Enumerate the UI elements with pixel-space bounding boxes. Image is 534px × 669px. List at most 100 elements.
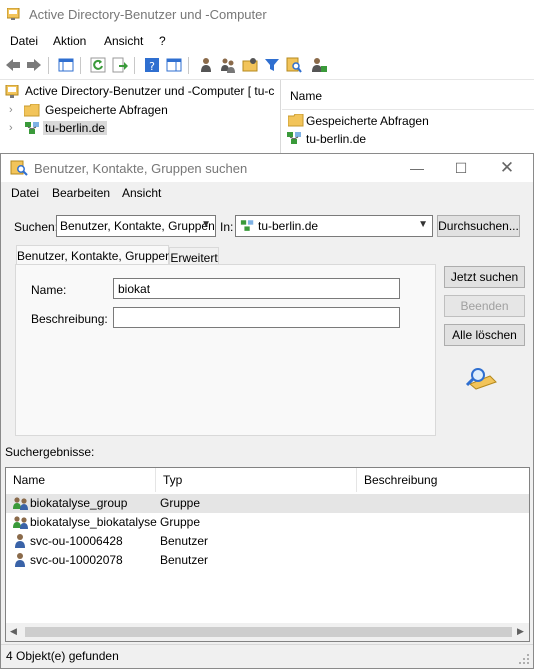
toolbar-separator — [80, 57, 81, 74]
menu-datei[interactable]: Datei — [10, 34, 38, 48]
object-type-select[interactable]: Benutzer, Kontakte, Gruppen ▼ — [56, 215, 216, 237]
find-dialog: Benutzer, Kontakte, Gruppen suchen — ☐ ✕… — [0, 153, 534, 669]
forward-arrow-icon[interactable] — [25, 56, 43, 74]
row-name: biokatalyse_group — [30, 496, 128, 510]
scrollbar-thumb[interactable] — [25, 627, 512, 637]
stop-button[interactable]: Beenden — [444, 295, 525, 317]
row-name: svc-ou-10002078 — [30, 553, 123, 567]
group-icon — [13, 516, 28, 529]
menu-ansicht[interactable]: Ansicht — [122, 186, 161, 200]
in-label: In: — [220, 220, 234, 234]
folder-icon — [24, 104, 40, 117]
ad-console-icon — [5, 85, 19, 98]
console-tree-pane: Active Directory-Benutzer und -Computer … — [0, 80, 281, 154]
domain-icon — [287, 132, 301, 144]
header-divider — [282, 109, 534, 110]
list-item-label: Gespeicherte Abfragen — [306, 114, 429, 128]
tree-item-label: tu-berlin.de — [43, 121, 108, 135]
action-pane-icon[interactable] — [165, 56, 183, 74]
user-icon — [15, 553, 25, 567]
help-icon[interactable]: ? — [143, 56, 161, 74]
chevron-right-icon[interactable]: › — [9, 104, 13, 116]
close-button[interactable]: ✕ — [485, 156, 529, 180]
svg-text:?: ? — [149, 60, 155, 73]
search-location-value: tu-berlin.de — [258, 219, 319, 233]
description-field[interactable] — [113, 307, 400, 328]
suchen-label: Suchen: — [14, 220, 59, 234]
delegate-control-icon[interactable] — [310, 56, 328, 74]
name-field-value: biokat — [118, 282, 151, 296]
scroll-left-icon[interactable]: ◀ — [10, 626, 17, 637]
dialog-title-bar: Benutzer, Kontakte, Gruppen suchen — ☐ ✕ — [1, 154, 533, 182]
menu-ansicht[interactable]: Ansicht — [104, 34, 143, 48]
table-row[interactable]: svc-ou-10006428 Benutzer — [6, 532, 529, 551]
ad-console-icon — [7, 8, 20, 20]
tree-root[interactable]: Active Directory-Benutzer und -Computer … — [0, 82, 280, 100]
new-group-icon[interactable] — [219, 56, 237, 74]
search-animation-icon — [465, 368, 497, 390]
tree-item-label: Gespeicherte Abfragen — [45, 103, 168, 117]
object-type-value: Benutzer, Kontakte, Gruppen — [60, 219, 215, 233]
console-tree-icon[interactable] — [57, 56, 75, 74]
description-label: Beschreibung: — [31, 312, 108, 326]
list-item-label: tu-berlin.de — [306, 132, 367, 146]
scroll-right-icon[interactable]: ▶ — [517, 626, 524, 637]
column-header-description[interactable]: Beschreibung — [357, 468, 529, 492]
list-item[interactable]: Gespeicherte Abfragen — [288, 112, 528, 130]
toolbar-separator — [48, 57, 49, 74]
new-user-icon[interactable] — [197, 56, 215, 74]
filter-icon[interactable] — [263, 56, 281, 74]
find-icon[interactable] — [285, 56, 303, 74]
menu-help[interactable]: ? — [159, 34, 166, 48]
chevron-right-icon[interactable]: › — [9, 122, 13, 134]
toolbar-separator — [134, 57, 135, 74]
name-label: Name: — [31, 283, 67, 297]
column-header-name[interactable]: Name — [6, 468, 156, 492]
results-list: Name Typ Beschreibung biokatalyse_group … — [5, 467, 530, 642]
main-toolbar: ? — [0, 52, 534, 80]
chevron-down-icon: ▼ — [201, 219, 211, 230]
chevron-down-icon: ▼ — [418, 219, 428, 230]
export-list-icon[interactable] — [111, 56, 129, 74]
menu-bearbeiten[interactable]: Bearbeiten — [52, 186, 110, 200]
column-header-type[interactable]: Typ — [156, 468, 357, 492]
row-type: Gruppe — [160, 515, 201, 529]
horizontal-scrollbar[interactable]: ◀ ▶ — [6, 623, 529, 641]
back-arrow-icon[interactable] — [4, 56, 22, 74]
row-name: biokatalyse_biokatalyse — [30, 515, 157, 529]
browse-button[interactable]: Durchsuchen... — [437, 215, 520, 237]
new-ou-icon[interactable] — [241, 56, 259, 74]
search-location-select[interactable]: tu-berlin.de ▼ — [235, 215, 433, 237]
main-title-bar: Active Directory-Benutzer und -Computer — [0, 0, 534, 30]
search-criteria-panel: Name: biokat Beschreibung: — [15, 264, 436, 436]
tree-root-label: Active Directory-Benutzer und -Computer … — [25, 84, 275, 98]
menu-aktion[interactable]: Aktion — [53, 34, 86, 48]
clear-all-button[interactable]: Alle löschen — [444, 324, 525, 346]
column-header-name[interactable]: Name — [290, 89, 322, 103]
table-row[interactable]: biokatalyse_biokatalyse Gruppe — [6, 513, 529, 532]
row-name: svc-ou-10006428 — [30, 534, 123, 548]
tree-item-domain[interactable]: › tu-berlin.de — [0, 119, 280, 137]
find-icon — [10, 160, 28, 176]
domain-icon — [25, 122, 39, 134]
folder-icon — [288, 114, 304, 127]
resize-grip-icon[interactable] — [519, 654, 530, 665]
name-field[interactable]: biokat — [113, 278, 400, 299]
menu-datei[interactable]: Datei — [11, 186, 39, 200]
group-icon — [13, 497, 28, 510]
domain-icon — [240, 220, 254, 231]
refresh-icon[interactable] — [89, 56, 107, 74]
list-item[interactable]: tu-berlin.de — [286, 130, 526, 148]
row-type: Benutzer — [160, 553, 209, 567]
row-type: Gruppe — [160, 496, 201, 510]
status-text: 4 Objekt(e) gefunden — [6, 649, 119, 663]
main-window-title: Active Directory-Benutzer und -Computer — [29, 7, 267, 22]
maximize-button[interactable]: ☐ — [439, 156, 483, 180]
table-row[interactable]: svc-ou-10002078 Benutzer — [6, 551, 529, 570]
tree-item-saved-queries[interactable]: › Gespeicherte Abfragen — [0, 101, 280, 119]
search-now-button[interactable]: Jetzt suchen — [444, 266, 525, 288]
minimize-button[interactable]: — — [395, 156, 439, 180]
table-row[interactable]: biokatalyse_group Gruppe — [6, 494, 529, 513]
toolbar-separator — [188, 57, 189, 74]
status-bar: 4 Objekt(e) gefunden — [1, 644, 533, 668]
